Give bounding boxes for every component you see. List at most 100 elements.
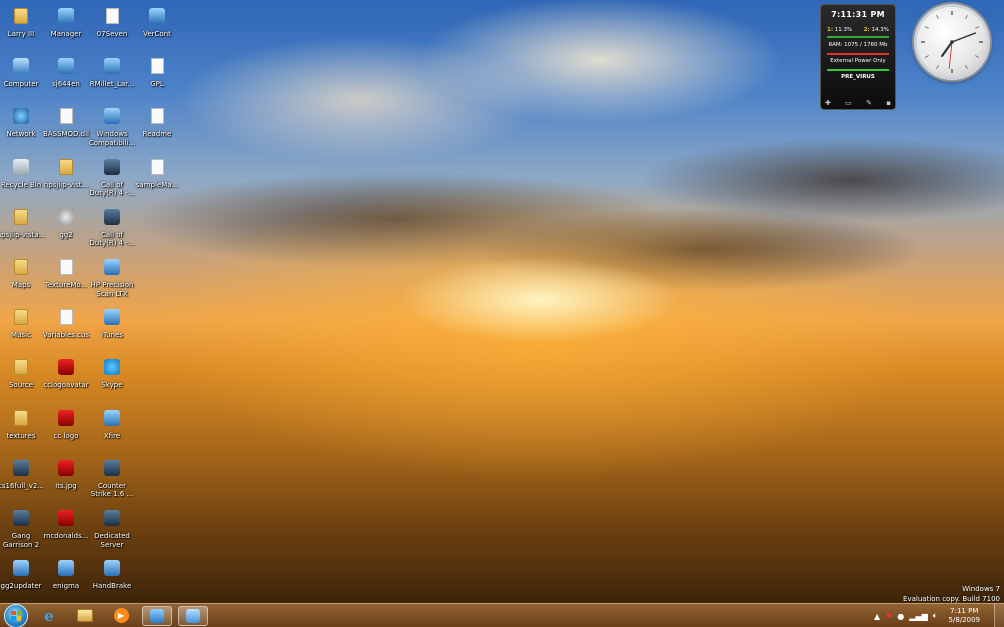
desktop-icon[interactable]: Xfire (89, 406, 135, 456)
clock-tick (936, 65, 939, 70)
desktop-icon[interactable]: VerCont (134, 4, 180, 54)
volume-icon[interactable]: 🔈︎ (933, 611, 938, 621)
desktop-icon-label: Readme (142, 130, 172, 139)
desktop-icon[interactable]: gg2updater (0, 556, 44, 606)
desktop-icon[interactable]: sj644en (43, 54, 89, 104)
gadget-toolbar: ✚ ▭ ✎ ▪ (825, 99, 891, 107)
clock-gadget[interactable] (914, 4, 990, 80)
start-button[interactable] (4, 603, 28, 627)
desktop-icon[interactable]: Gang Garrison 2 (0, 506, 44, 556)
taskbar-internet-explorer[interactable]: e (34, 606, 64, 626)
evaluation-watermark: Windows 7 Evaluation copy. Build 7100 (903, 584, 1000, 604)
tray-clock[interactable]: 7:11 PM 5/8/2009 (949, 607, 980, 625)
taskbar-app-1[interactable] (142, 605, 172, 626)
desktop-icon[interactable]: Windows Compatibili... (89, 104, 135, 154)
doc-icon (57, 106, 75, 126)
desktop-icon[interactable]: Variables.cus (43, 305, 89, 355)
desktop-icon[interactable]: Call of Duty(R) 4 -... (89, 155, 135, 205)
app-icon (103, 56, 121, 76)
app-icon (57, 6, 75, 26)
image-icon (57, 508, 75, 528)
desktop-icon[interactable]: textures (0, 406, 44, 456)
taskbar-app-2[interactable] (178, 605, 208, 626)
desktop-icon[interactable]: GPL (134, 54, 180, 104)
show-desktop-button[interactable] (994, 604, 1004, 627)
desktop-icon[interactable]: Skype (89, 355, 135, 405)
desktop-icon[interactable]: Maps (0, 255, 44, 305)
doc-icon (148, 157, 166, 177)
app-icon (103, 558, 121, 578)
desktop-icon[interactable]: Dedicated Server (89, 506, 135, 556)
desktop-icon[interactable]: Manager (43, 4, 89, 54)
desktop-icon[interactable]: HandBrake (89, 556, 135, 606)
network-signal-icon[interactable]: ▂▄▆ (909, 612, 927, 621)
system-meter-gadget[interactable]: 7:11:31 PM 1: 11.3% 2: 14.3% RAM: 1075 /… (820, 4, 896, 110)
desktop-icon[interactable]: 07Seven (89, 4, 135, 54)
cpu-bar (827, 36, 889, 38)
desktop-icon-label: Xfire (103, 431, 121, 440)
skype-icon (103, 357, 121, 377)
clock-tick (965, 14, 968, 19)
desktop-icon[interactable]: Computer (0, 54, 44, 104)
internet-explorer-icon: e (44, 606, 54, 625)
desktop-icon[interactable]: Recycle Bin (0, 155, 44, 205)
desktop-icon-label: VerCont (143, 30, 171, 38)
doc-icon (57, 257, 75, 277)
doc-icon (148, 56, 166, 76)
doc-icon (103, 6, 121, 26)
app-icon (103, 106, 121, 126)
folder-icon (12, 408, 30, 428)
show-hidden-icons-icon[interactable]: ▲ (874, 612, 880, 621)
desktop-icon-label: sampleMa... (135, 180, 179, 189)
desktop-icon[interactable]: Counter Strike 1.6 ... (89, 456, 135, 506)
doc-icon (148, 106, 166, 126)
desktop-icon[interactable]: cclogoavatar (43, 355, 89, 405)
desktop-icon[interactable]: sampleMa... (134, 155, 180, 205)
desktop-icon[interactable]: hpsjiip-vista... (0, 205, 45, 255)
game-icon (103, 458, 121, 478)
computer-icon (12, 56, 30, 76)
desktop-icon[interactable]: Call of Duty(R) 4 -... (89, 205, 135, 255)
explorer-folder-icon (77, 609, 93, 622)
image-icon (57, 408, 75, 428)
app-icon (103, 257, 121, 277)
desktop-icon[interactable]: RMillet_Lar... (89, 54, 135, 104)
desktop-icon[interactable]: Larry III (0, 4, 44, 54)
desktop-icon[interactable]: enigma (43, 556, 89, 606)
network-bar (827, 69, 889, 71)
game-icon (103, 508, 121, 528)
desktop-icon[interactable]: cc logo (43, 406, 89, 456)
monitor-icon[interactable]: ▭ (845, 99, 852, 107)
taskbar-media-player[interactable]: ▶ (106, 606, 136, 626)
clock-tick (975, 55, 980, 58)
cpu2-readout: 2: 14.3% (863, 27, 889, 33)
doc-icon (57, 307, 75, 327)
lock-icon[interactable]: ▪ (886, 99, 891, 107)
wrench-icon[interactable]: ✎ (866, 99, 872, 107)
add-icon[interactable]: ✚ (825, 99, 831, 107)
folder-icon (12, 207, 30, 227)
cpu1-readout: 1: 11.3% (827, 27, 853, 33)
action-center-flag-icon[interactable]: ⚑ (885, 612, 892, 621)
desktop-icon[interactable]: iTunes (89, 305, 135, 355)
app-icon (12, 558, 30, 578)
desktop-icon[interactable]: Music (0, 305, 44, 355)
system-tray: ▲ ⚑ ● ▂▄▆ 🔈︎ 7:11 PM 5/8/2009 (874, 604, 1004, 627)
desktop-icon[interactable]: Readme (134, 104, 180, 154)
desktop-icon-label: HP Precision Scan LTX (90, 281, 134, 298)
network-icon (12, 106, 30, 126)
tray-app-icon[interactable]: ● (897, 612, 904, 621)
desktop-icon[interactable]: Network (0, 104, 44, 154)
desktop-icon-label: GPL (150, 80, 164, 89)
windows-logo-icon (11, 610, 21, 621)
watermark-os: Windows 7 (962, 585, 1000, 593)
desktop-icon-label: Call of Duty(R) 4 -... (89, 230, 135, 248)
app-icon (57, 56, 75, 76)
taskbar-explorer[interactable] (70, 606, 100, 626)
desktop-icon-label: Dedicated Server (94, 532, 130, 549)
desktop-icon[interactable]: cs16full_v2... (0, 456, 44, 506)
recycle-bin-icon (12, 157, 30, 177)
game-icon (103, 207, 121, 227)
desktop-icon[interactable]: HP Precision Scan LTX (89, 255, 135, 305)
desktop-icon[interactable]: Source (0, 355, 44, 405)
